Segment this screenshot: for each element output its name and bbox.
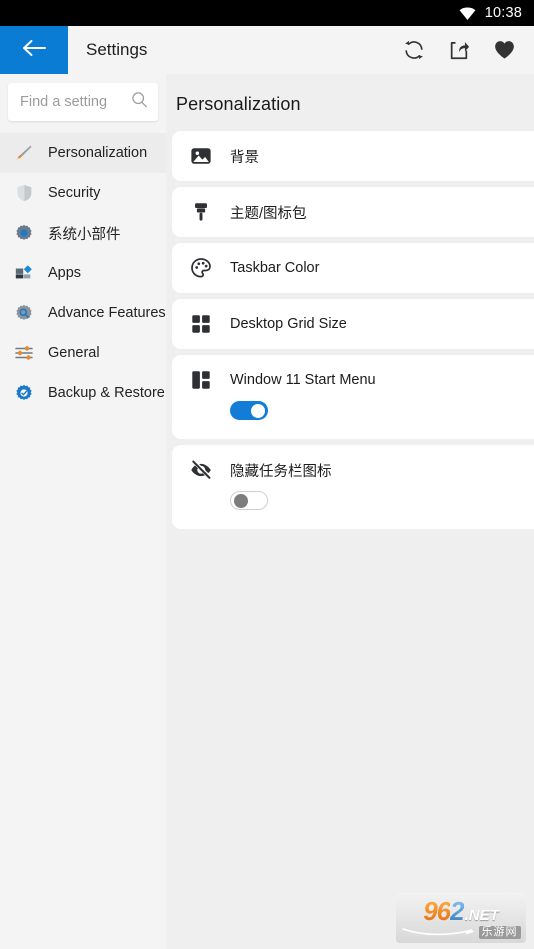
settings-card-list: 背景 主题/图标包 Taskbar Color Desktop Grid Siz… [172, 131, 534, 529]
sidebar: Find a setting Personalization Security … [0, 74, 166, 949]
sidebar-item-general[interactable]: General [0, 333, 166, 373]
setting-card-hide-taskbar-icons[interactable]: 隐藏任务栏图标 [172, 445, 534, 529]
sidebar-item-security[interactable]: Security [0, 173, 166, 213]
windows11-layout-icon [188, 369, 214, 391]
setting-card-label: 背景 [230, 149, 259, 166]
setting-card-taskbar-color[interactable]: Taskbar Color [172, 243, 534, 293]
sidebar-item-advance-features[interactable]: Advance Features [0, 293, 166, 333]
app-bar-actions [403, 26, 534, 74]
watermark-2: 2 [450, 895, 465, 926]
eye-off-icon [188, 459, 214, 481]
watermark-96: 96 [423, 895, 451, 926]
status-bar-clock: 10:38 [484, 5, 522, 21]
search-input[interactable]: Find a setting [8, 83, 158, 121]
back-arrow-icon [21, 38, 47, 63]
setting-card-window11-start-menu[interactable]: Window 11 Start Menu [172, 355, 534, 439]
sidebar-item-system-widgets[interactable]: 系统小部件 [0, 213, 166, 253]
image-icon [188, 145, 214, 167]
watermark-net: .NET [464, 906, 499, 924]
sidebar-nav: Personalization Security 系统小部件 Apps Adva… [0, 127, 166, 413]
sidebar-item-label: General [48, 345, 100, 361]
gear-search-icon [14, 304, 34, 322]
sliders-icon [14, 345, 34, 361]
setting-card-label: 隐藏任务栏图标 [230, 463, 332, 480]
wifi-icon [459, 7, 476, 20]
search-container: Find a setting [0, 83, 166, 127]
setting-card-desktop-grid-size[interactable]: Desktop Grid Size [172, 299, 534, 349]
search-placeholder: Find a setting [20, 94, 108, 110]
hide-taskbar-icons-toggle[interactable] [230, 491, 268, 510]
apps-blocks-icon [14, 264, 34, 282]
watermark-swoosh-icon [401, 927, 474, 935]
share-icon[interactable] [448, 39, 470, 61]
setting-card-label: Taskbar Color [230, 260, 320, 276]
sidebar-item-backup-restore[interactable]: Backup & Restore [0, 373, 166, 413]
setting-card-theme-iconpack[interactable]: 主题/图标包 [172, 187, 534, 237]
sidebar-item-apps[interactable]: Apps [0, 253, 166, 293]
search-icon[interactable] [131, 91, 148, 113]
setting-card-background[interactable]: 背景 [172, 131, 534, 181]
setting-card-label: Window 11 Start Menu [230, 372, 376, 388]
sidebar-item-label: Backup & Restore [48, 385, 165, 401]
paintbrush-icon [14, 144, 34, 162]
content-area: Find a setting Personalization Security … [0, 74, 534, 949]
setting-card-label: Desktop Grid Size [230, 316, 347, 332]
sidebar-item-label: Security [48, 185, 101, 201]
toggle-container [188, 391, 534, 425]
setting-card-label: 主题/图标包 [230, 205, 307, 222]
toggle-knob [251, 403, 265, 418]
sidebar-item-label: Personalization [48, 145, 148, 161]
shield-icon [14, 184, 34, 202]
gear-check-icon [14, 384, 34, 402]
sidebar-item-personalization[interactable]: Personalization [0, 133, 166, 173]
sidebar-item-label: 系统小部件 [48, 226, 121, 243]
back-button[interactable] [0, 26, 68, 74]
watermark-cn: 乐游网 [478, 925, 521, 939]
app-bar: Settings [0, 26, 534, 74]
heart-icon[interactable] [493, 39, 516, 61]
toggle-knob [234, 493, 248, 508]
palette-icon [188, 257, 214, 279]
toggle-container [188, 481, 534, 515]
gear-blue-icon [14, 224, 34, 242]
status-bar: 10:38 [0, 0, 534, 26]
sidebar-item-label: Advance Features [48, 305, 166, 321]
grid-four-icon [188, 313, 214, 335]
window11-start-menu-toggle[interactable] [230, 401, 268, 420]
sidebar-item-label: Apps [48, 265, 82, 281]
paintbrush-filled-icon [188, 201, 214, 223]
main-panel: Personalization 背景 主题/图标包 Taskbar Color … [166, 74, 534, 949]
refresh-icon[interactable] [403, 39, 425, 61]
app-bar-title: Settings [86, 40, 148, 59]
watermark: 96 2 .NET 乐游网 [396, 893, 526, 943]
page-title: Personalization [176, 94, 301, 114]
